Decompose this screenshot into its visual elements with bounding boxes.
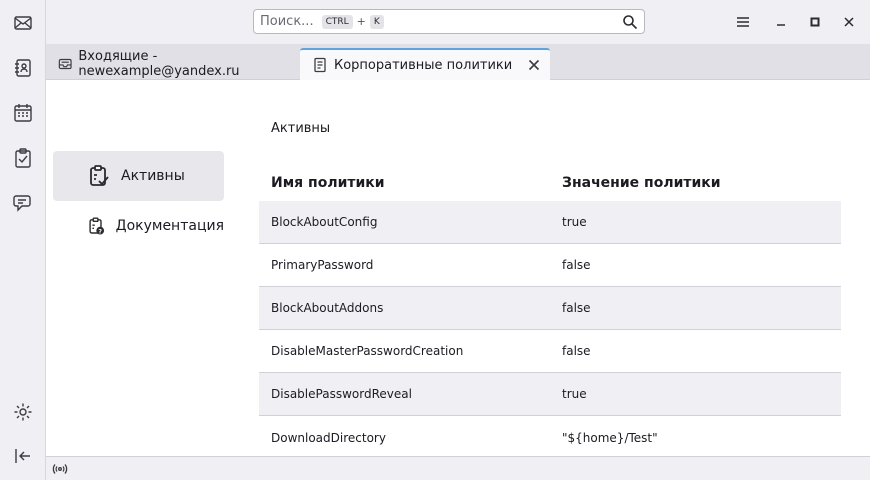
table-row: PrimaryPassword false [259, 244, 841, 287]
policy-name: DisableMasterPasswordCreation [271, 344, 464, 358]
status-bar [46, 456, 870, 480]
chat-icon[interactable] [11, 191, 35, 215]
policies-page: Активны ? Документация Активны Имя полит… [46, 80, 870, 456]
table-row: DisableMasterPasswordCreation false [259, 330, 841, 373]
document-icon [314, 57, 326, 73]
shortcut-key-ctrl: CTRL [321, 14, 353, 29]
category-label: Активны [121, 168, 185, 184]
policy-name: BlockAboutAddons [271, 301, 384, 315]
maximize-icon[interactable] [805, 12, 825, 32]
calendar-icon[interactable] [11, 101, 35, 125]
category-documentation[interactable]: ? Документация [53, 201, 224, 251]
shortcut-plus: + [356, 15, 366, 28]
clipboard-check-icon [90, 165, 109, 186]
tab-strip: Входящие - newexample@yandex.ru Корпорат… [46, 44, 870, 80]
online-status-icon[interactable] [52, 462, 68, 476]
policy-name: DisablePasswordReveal [271, 387, 412, 401]
category-label: Документация [115, 218, 224, 234]
policy-value: true [562, 215, 587, 229]
policy-name: PrimaryPassword [271, 258, 374, 272]
policy-value: "${home}/Test" [562, 430, 658, 445]
close-window-icon[interactable] [839, 12, 859, 32]
close-tab-icon[interactable] [526, 57, 542, 73]
category-active[interactable]: Активны [53, 151, 224, 201]
table-row: DownloadDirectory "${home}/Test" [259, 416, 841, 456]
app-menu-icon[interactable] [733, 12, 753, 32]
mail-icon[interactable] [11, 11, 35, 35]
policy-value: false [562, 301, 591, 315]
table-header: Имя политики Значение политики [259, 165, 841, 201]
title-bar: Поиск... CTRL + K [46, 0, 870, 44]
policy-value: true [562, 387, 587, 401]
minimize-icon[interactable] [771, 12, 791, 32]
tab-label: Корпоративные политики [334, 57, 513, 73]
table-row: BlockAboutAddons false [259, 287, 841, 330]
policy-value: false [562, 258, 591, 272]
section-heading: Активны [271, 121, 331, 136]
policy-value: false [562, 344, 591, 358]
search-input[interactable]: Поиск... CTRL + K [253, 9, 645, 34]
column-header-value: Значение политики [562, 175, 721, 191]
search-placeholder: Поиск... [260, 14, 314, 29]
collapse-spaces-icon[interactable] [11, 444, 35, 468]
settings-gear-icon[interactable] [11, 400, 35, 424]
tasks-icon[interactable] [11, 146, 35, 170]
inbox-icon [58, 58, 72, 70]
address-book-icon[interactable] [11, 56, 35, 80]
policy-name: DownloadDirectory [271, 430, 386, 445]
clipboard-help-icon: ? [89, 217, 105, 235]
column-header-name: Имя политики [271, 175, 385, 191]
table-row: DisablePasswordReveal true [259, 373, 841, 416]
svg-text:?: ? [98, 228, 102, 235]
policy-name: BlockAboutConfig [271, 215, 378, 229]
tab-label: Входящие - newexample@yandex.ru [78, 49, 240, 79]
tab-inbox[interactable]: Входящие - newexample@yandex.ru [46, 48, 298, 80]
spaces-toolbar [0, 0, 46, 480]
table-row: BlockAboutConfig true [259, 201, 841, 244]
tab-enterprise-policies[interactable]: Корпоративные политики [300, 48, 550, 80]
shortcut-key-k: K [369, 14, 384, 29]
search-icon[interactable] [622, 14, 638, 30]
